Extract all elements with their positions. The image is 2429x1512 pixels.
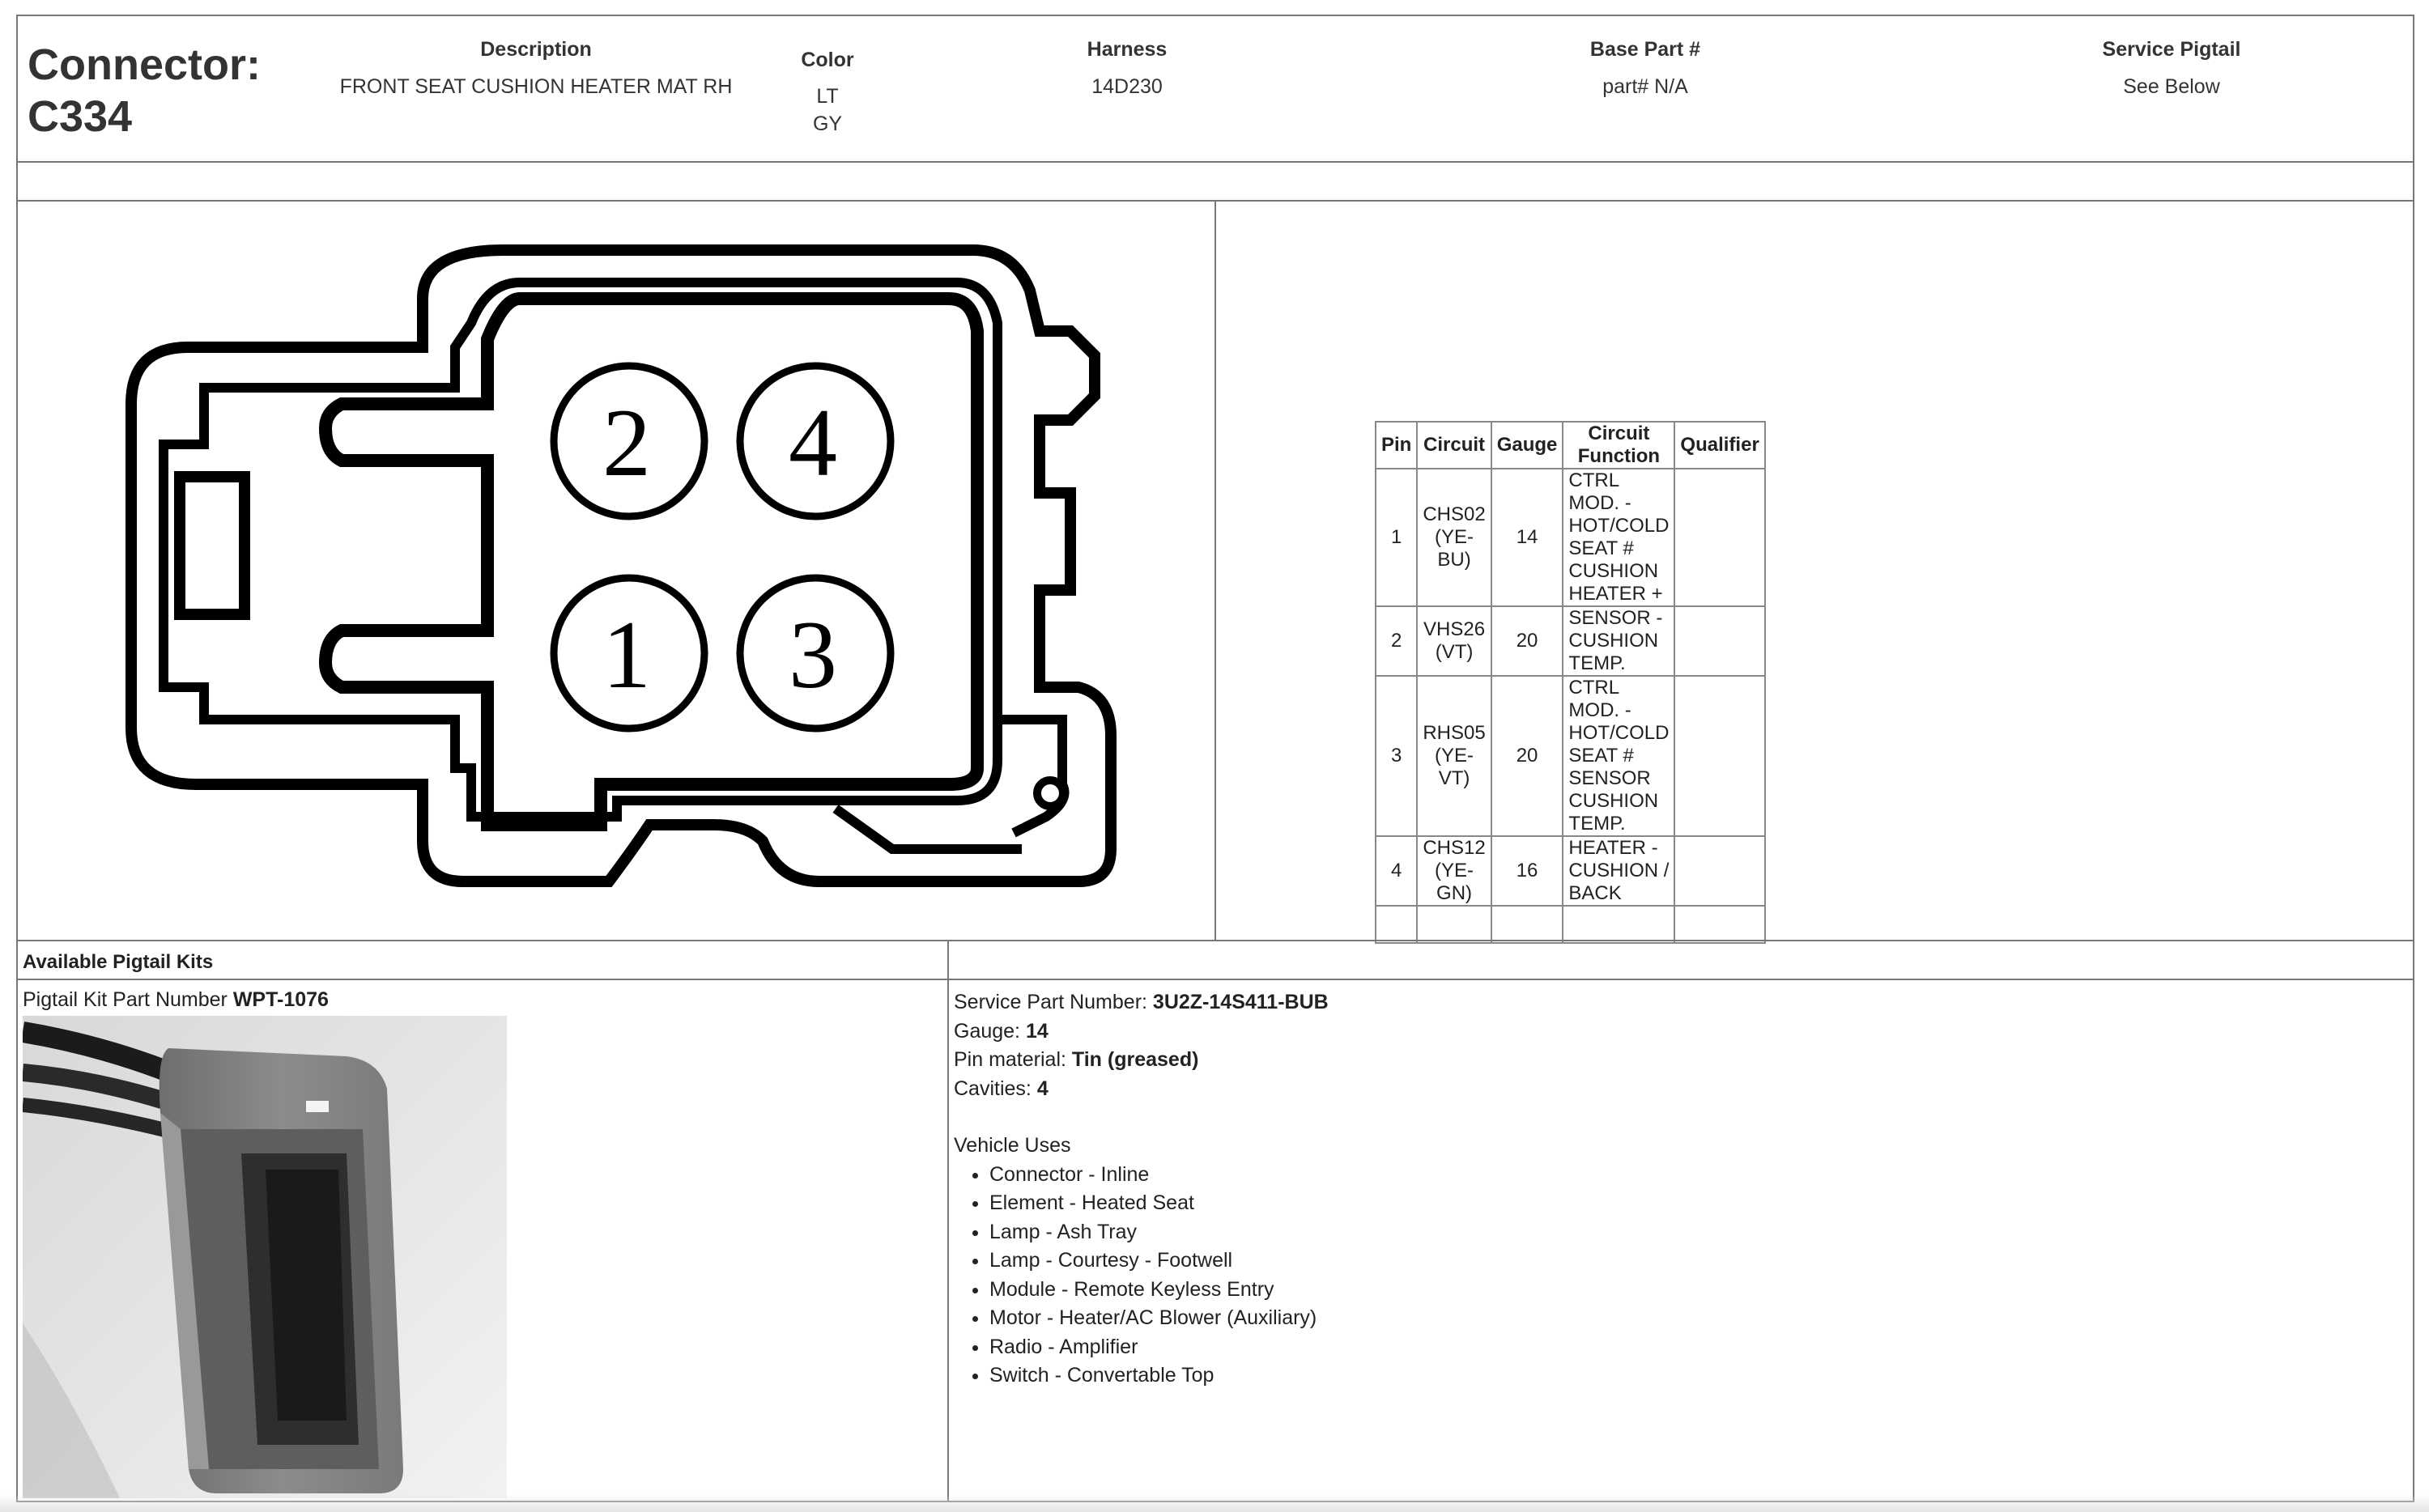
service-info: Service Part Number: 3U2Z-14S411-BUB Gau… [954,988,1329,1391]
vehicle-uses-title: Vehicle Uses [954,1134,1071,1157]
pigtail-kit-number[interactable]: WPT-1076 [233,988,329,1011]
list-item: Connector - Inline [989,1161,1329,1190]
harness-column: Harness 14D230 [1046,31,1208,105]
harness-value: 14D230 [1091,75,1163,98]
pin-material-value: Tin (greased) [1071,1048,1199,1071]
description-column: Description FRONT SEAT CUSHION HEATER MA… [325,31,747,105]
col-header-qualifier: Qualifier [1674,421,1766,469]
gauge-value: 14 [1025,1019,1049,1043]
base-part-label: Base Part # [1589,38,1701,61]
list-item: Lamp - Courtesy - Footwell [989,1247,1329,1276]
pigtail-kit-label: Pigtail Kit Part Number [23,988,228,1011]
base-part-column: Base Part # part# N/A [1548,31,1742,105]
connector-title: Connector: C334 [28,40,261,141]
gauge-line: Gauge: 14 [954,1019,1049,1043]
list-item: Switch - Convertable Top [989,1361,1329,1391]
color-column: Color LT GY [779,42,876,138]
service-part-number: 3U2Z-14S411-BUB [1152,991,1329,1013]
service-info-header [949,941,2413,980]
pigtail-kit-line: Pigtail Kit Part Number WPT-1076 [23,988,329,1012]
list-item: Module - Remote Keyless Entry [989,1276,1329,1305]
connector-diagram: 2 4 1 3 Pin Circuit Gauge Circuit Functi… [18,202,1766,944]
service-pigtail-column: Service Pigtail See Below [2058,31,2285,105]
list-item: Motor - Heater/AC Blower (Auxiliary) [989,1304,1329,1333]
connector-header: Connector: C334 Description FRONT SEAT C… [18,16,2413,163]
list-item: Radio - Amplifier [989,1333,1329,1362]
description-value: FRONT SEAT CUSHION HEATER MAT RH [339,75,733,98]
pigtail-kit-cell: Pigtail Kit Part Number WPT-1076 [18,980,949,1501]
connector-face-drawing: 2 4 1 3 [125,244,1117,887]
bottom-fade [0,1494,2429,1512]
pin-label-1: 1 [602,601,651,708]
table-header-row: Pin Circuit Gauge Circuit Function Quali… [1374,421,1766,469]
harness-label: Harness [1087,38,1168,61]
service-part-line: Service Part Number: 3U2Z-14S411-BUB [954,991,1329,1013]
color-label: Color [801,49,854,71]
table-row: 1 CHS02 (YE-BU) 14 CTRL MOD. - HOT/COLD … [1374,468,1766,607]
connector-sheet: Connector: C334 Description FRONT SEAT C… [16,15,2414,1502]
pin-label-4: 4 [789,389,837,496]
table-row: 2 VHS26 (VT) 20 SENSOR - CUSHION TEMP. [1374,605,1766,677]
color-value-1: LT [816,85,839,108]
description-label: Description [480,38,592,61]
pin-circuit-table: Pin Circuit Gauge Circuit Function Quali… [1374,421,1766,944]
vehicle-uses-list: Connector - Inline Element - Heated Seat… [954,1161,1329,1391]
col-header-pin: Pin [1374,421,1419,469]
table-row-empty [1374,905,1766,944]
service-info-cell: Service Part Number: 3U2Z-14S411-BUB Gau… [949,980,2413,1501]
pigtail-section: Available Pigtail Kits Pigtail Kit Part … [18,940,2413,1501]
table-row: 4 CHS12 (YE-GN) 16 HEATER - CUSHION / BA… [1374,835,1766,907]
pin-label-3: 3 [789,601,837,708]
pin-material-line: Pin material: Tin (greased) [954,1048,1199,1071]
service-pigtail-value: See Below [2123,75,2220,98]
pigtail-connector-photo [23,1016,507,1498]
base-part-value: part# N/A [1602,75,1688,98]
pigtail-kits-title: Available Pigtail Kits [18,941,949,980]
col-header-circuit: Circuit [1416,421,1492,469]
list-item: Lamp - Ash Tray [989,1218,1329,1247]
connector-id: C334 [28,92,133,141]
cavities-value: 4 [1036,1077,1049,1100]
table-row: 3 RHS05 (YE-VT) 20 CTRL MOD. - HOT/COLD … [1374,675,1766,837]
col-header-function: Circuit Function [1562,421,1676,469]
header-spacer-row [18,163,2413,202]
color-value-2: GY [812,113,843,135]
list-item: Element - Heated Seat [989,1189,1329,1218]
service-pigtail-label: Service Pigtail [2102,38,2241,61]
cavities-line: Cavities: 4 [954,1077,1049,1100]
col-header-gauge: Gauge [1490,421,1564,469]
pin-label-2: 2 [602,389,651,496]
